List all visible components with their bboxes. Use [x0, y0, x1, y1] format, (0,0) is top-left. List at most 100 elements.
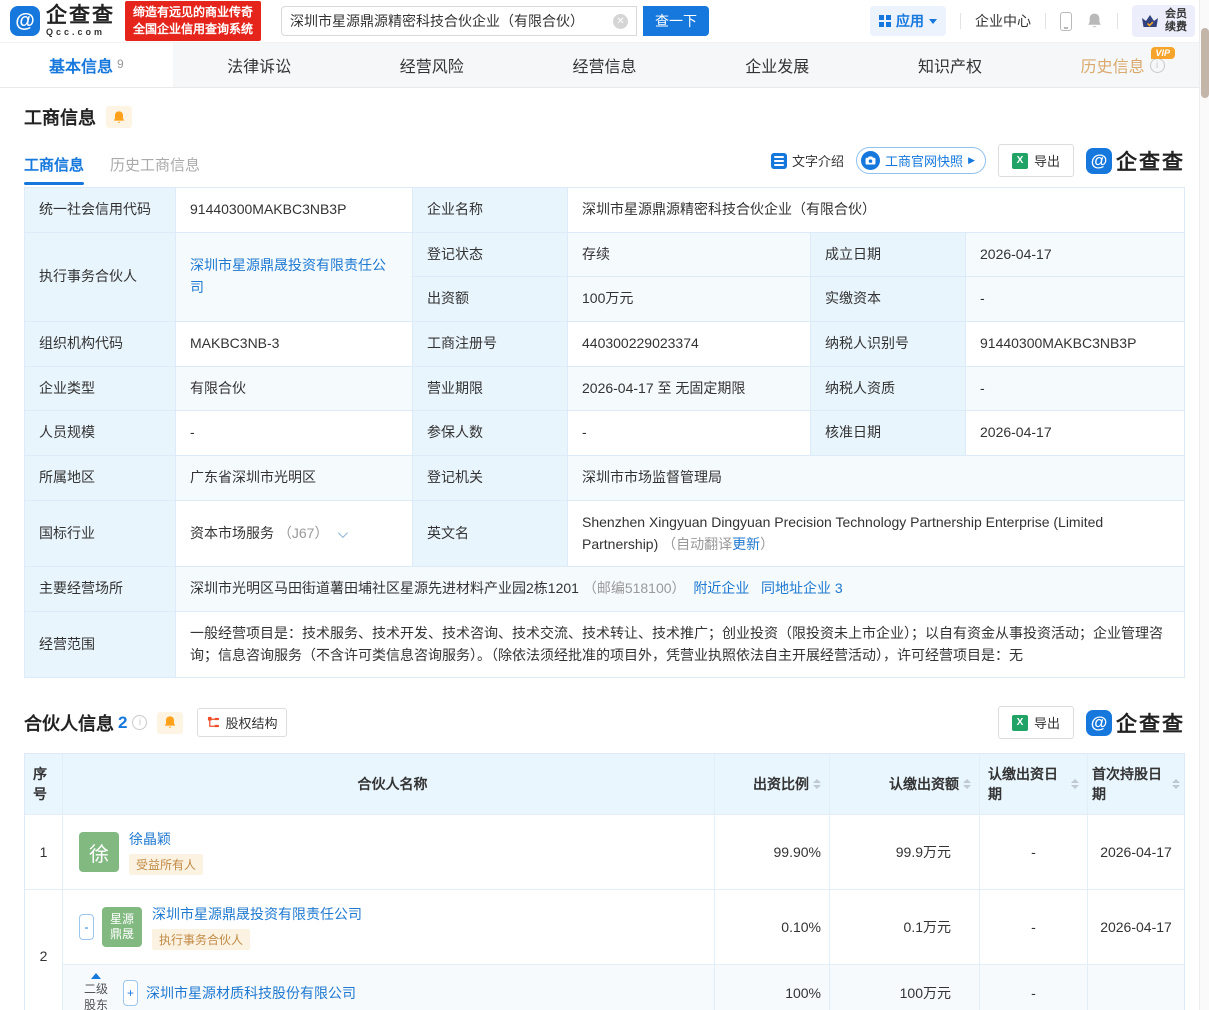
col-header-ratio[interactable]: 出资比例: [715, 754, 830, 815]
monitor-bell-button[interactable]: [106, 106, 132, 128]
reg-status-label: 登记状态: [412, 231, 568, 278]
expand-button[interactable]: +: [123, 980, 138, 1007]
tab-count: 9: [117, 57, 124, 71]
staff-label: 人员规模: [24, 410, 176, 457]
taxpayer-qual-label: 纳税人资质: [810, 365, 966, 412]
partner-name-link[interactable]: 深圳市星源鼎晟投资有限责任公司: [152, 906, 362, 922]
monitor-bell-button[interactable]: [157, 711, 184, 734]
translate-update-link[interactable]: 更新: [732, 536, 760, 552]
business-actions: 文字介绍 工商官网快照 ▶ X 导出 @ 企查查: [771, 144, 1185, 185]
col-header-name: 合伙人名称: [63, 754, 715, 815]
search-clear-icon[interactable]: ✕: [613, 13, 629, 29]
en-name-label: 英文名: [412, 499, 568, 568]
tab-legal-litigation[interactable]: 法律诉讼: [173, 43, 346, 87]
subtab-business-info[interactable]: 工商信息: [24, 154, 85, 185]
tab-basic-info[interactable]: 基本信息 9: [0, 43, 173, 87]
crown-icon: [1142, 14, 1158, 27]
exec-partner-link[interactable]: 深圳市星源鼎晟投资有限责任公司: [190, 257, 386, 295]
mobile-app-icon[interactable]: [1060, 11, 1072, 31]
auto-translate-note: （自动翻译: [662, 535, 733, 552]
taxpayer-id-label: 纳税人识别号: [810, 321, 966, 367]
search-input[interactable]: [290, 13, 614, 29]
play-icon: ▶: [968, 155, 975, 165]
col-header-first-date[interactable]: 首次持股日期: [1088, 754, 1184, 814]
shareholder-name-link[interactable]: 深圳市星源材质科技股份有限公司: [146, 983, 356, 1003]
sort-icon[interactable]: [963, 779, 971, 790]
slogan-line1: 缔造有远见的商业传奇: [133, 5, 254, 20]
top-right-menu: 应用 企业中心 会员 续费: [870, 5, 1195, 37]
chevron-down-icon: [929, 18, 937, 24]
amount-cell: 99.9万元: [830, 815, 980, 890]
type-label: 企业类型: [24, 365, 176, 412]
excel-icon: X: [1011, 152, 1028, 169]
sort-icon[interactable]: [1172, 779, 1180, 790]
company-name-label: 企业名称: [412, 187, 568, 233]
export-button[interactable]: X 导出: [997, 706, 1074, 740]
partner-name-cell: 徐 徐晶颖 受益所有人: [63, 815, 715, 890]
avatar: 徐: [79, 832, 119, 873]
text-intro-button[interactable]: 文字介绍: [771, 151, 844, 170]
qcc-logo-icon[interactable]: @: [10, 6, 40, 36]
second-level-shareholder-row: 二级 股东 + 深圳市星源材质科技股份有限公司 100% 100万元 -: [63, 964, 1184, 1010]
col-header-paid-date[interactable]: 认缴出资日期: [980, 754, 1088, 815]
partner-name-link[interactable]: 徐晶颖: [129, 831, 171, 847]
chevron-down-icon[interactable]: [338, 527, 349, 538]
search-button[interactable]: 查一下: [643, 6, 710, 36]
enterprise-center-link[interactable]: 企业中心: [975, 11, 1031, 31]
industry-value[interactable]: 资本市场服务 （J67）: [175, 499, 413, 568]
subtab-history-business-info[interactable]: 历史工商信息: [110, 154, 200, 185]
main-nav: 基本信息 9 法律诉讼 经营风险 经营信息 企业发展 知识产权 VIP 历史信息…: [0, 42, 1209, 88]
export-button[interactable]: X 导出: [997, 144, 1074, 177]
sort-icon[interactable]: [1071, 779, 1079, 790]
scrollbar-thumb[interactable]: [1201, 28, 1209, 98]
apps-menu-button[interactable]: 应用: [870, 6, 946, 36]
same-address-companies-link[interactable]: 同地址企业 3: [761, 580, 843, 596]
premises-zip: （邮编518100）: [582, 580, 686, 597]
tab-history-info[interactable]: VIP 历史信息 i: [1036, 43, 1209, 87]
tab-enterprise-development[interactable]: 企业发展: [691, 43, 864, 87]
sort-icon[interactable]: [813, 779, 821, 790]
content: 工商信息 工商信息 历史工商信息 文字介绍 工商官网快照 ▶ X 导出 @ 企查…: [0, 104, 1209, 1010]
tab-intellectual-property[interactable]: 知识产权: [864, 43, 1037, 87]
vip-badge: VIP: [1150, 47, 1176, 59]
col-header-amount[interactable]: 认缴出资额: [830, 754, 980, 815]
amount-cell: 0.1万元: [830, 890, 980, 965]
slogan-banner: 缔造有远见的商业传奇 全国企业信用查询系统: [125, 1, 262, 41]
search-box[interactable]: ✕: [281, 6, 638, 36]
est-date-value: 2026-04-17: [965, 231, 1185, 278]
divider: [1117, 13, 1118, 29]
excel-icon: X: [1011, 714, 1028, 731]
est-date-label: 成立日期: [810, 231, 966, 278]
approval-date-value: 2026-04-17: [965, 410, 1185, 457]
vip-label-line1: 会员: [1165, 8, 1187, 21]
notification-bell-icon[interactable]: [1086, 12, 1103, 30]
staff-value: -: [175, 410, 413, 457]
qcc-company-page: @ 企查查 Qcc.com 缔造有远见的商业传奇 全国企业信用查询系统 ✕ 查一…: [0, 0, 1209, 1010]
authority-value: 深圳市市场监督管理局: [567, 455, 1185, 501]
vip-renew-button[interactable]: 会员 续费: [1132, 5, 1195, 37]
collapse-button[interactable]: -: [79, 914, 94, 941]
triangle-up-icon[interactable]: [91, 973, 101, 980]
section-title-business-info: 工商信息: [24, 108, 96, 128]
qcc-watermark-icon: @: [1086, 147, 1112, 174]
first-date-cell: 2026-04-17: [1100, 919, 1172, 936]
tab-operation-info[interactable]: 经营信息: [518, 43, 691, 87]
credit-code-value: 91440300MAKBC3NB3P: [175, 187, 413, 233]
exec-partner-label: 执行事务合伙人: [24, 231, 176, 323]
org-chart-icon: [208, 717, 220, 728]
page-scrollbar[interactable]: [1199, 0, 1209, 1010]
apps-label: 应用: [896, 13, 924, 29]
authority-label: 登记机关: [412, 455, 568, 501]
official-snapshot-button[interactable]: 工商官网快照 ▶: [856, 147, 986, 174]
avatar-line1: 星源: [109, 912, 134, 927]
reg-no-value: 440300229023374: [567, 321, 811, 367]
qcc-watermark-icon: @: [1086, 709, 1112, 736]
nearby-companies-link[interactable]: 附近企业: [693, 580, 749, 596]
tab-operation-risk[interactable]: 经营风险: [345, 43, 518, 87]
equity-structure-button[interactable]: 股权结构: [197, 708, 288, 738]
executive-partner-tag: 执行事务合伙人: [152, 929, 251, 951]
qcc-logo-text[interactable]: 企查查 Qcc.com: [46, 5, 115, 37]
industry-code: （J67）: [277, 524, 329, 541]
col-label: 认缴出资额: [889, 776, 959, 793]
ratio-cell: 0.10%: [715, 890, 830, 965]
